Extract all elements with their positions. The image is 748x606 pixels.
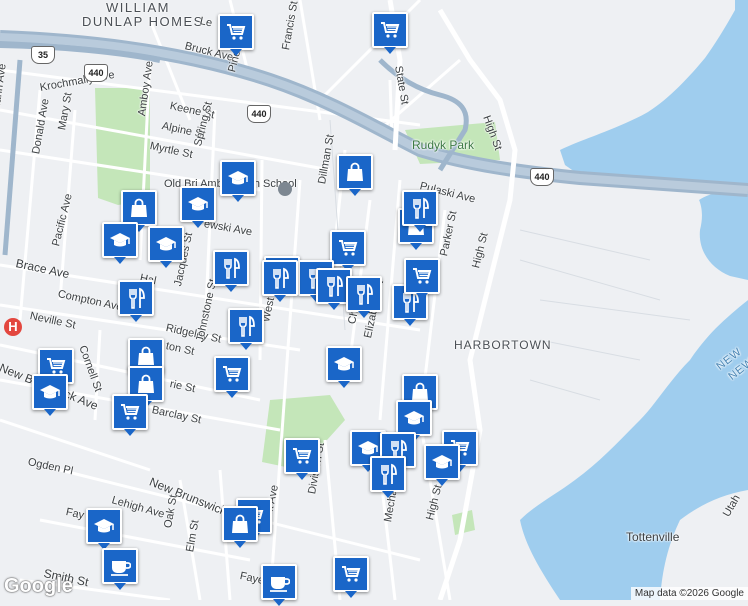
school-icon <box>404 411 424 425</box>
restaurant-marker[interactable] <box>118 280 154 322</box>
shopping-cart-icon <box>121 404 140 420</box>
school-marker[interactable] <box>102 222 138 264</box>
restaurant-marker[interactable] <box>402 190 438 232</box>
restaurant-marker[interactable] <box>370 456 406 498</box>
restaurant-icon <box>273 267 289 289</box>
school-icon <box>432 455 452 469</box>
shopping-bag-icon <box>138 374 154 393</box>
park-west <box>95 88 150 205</box>
shopping-cart-icon <box>293 448 312 464</box>
shopping-cart-marker[interactable] <box>404 258 440 300</box>
school-icon <box>334 357 354 371</box>
shopping-bag-marker[interactable] <box>222 506 258 548</box>
school-marker[interactable] <box>220 160 256 202</box>
shopping-bag-icon <box>232 514 248 533</box>
school-marker[interactable] <box>326 346 362 388</box>
restaurant-marker[interactable] <box>213 250 249 292</box>
school-landmark-icon[interactable] <box>278 182 292 196</box>
restaurant-icon <box>224 257 240 279</box>
restaurant-icon <box>413 197 429 219</box>
shopping-cart-marker[interactable] <box>112 394 148 436</box>
shopping-cart-marker[interactable] <box>218 14 254 56</box>
school-icon <box>110 233 130 247</box>
cafe-marker[interactable] <box>102 548 138 590</box>
cafe-icon <box>111 561 131 576</box>
restaurant-marker[interactable] <box>228 308 264 350</box>
shopping-bag-icon <box>347 162 363 181</box>
school-marker[interactable] <box>86 508 122 550</box>
shopping-cart-marker[interactable] <box>284 438 320 480</box>
school-marker[interactable] <box>32 374 68 416</box>
shopping-cart-icon <box>339 240 358 256</box>
restaurant-icon <box>327 275 343 297</box>
restaurant-icon <box>381 463 397 485</box>
shopping-cart-icon <box>342 566 361 582</box>
shopping-cart-marker[interactable] <box>214 356 250 398</box>
hospital-icon[interactable]: H <box>4 318 22 336</box>
route-shield: 440 <box>84 64 108 82</box>
restaurant-icon <box>357 283 373 305</box>
google-logo: Google <box>4 575 73 597</box>
cafe-marker[interactable] <box>261 564 297 606</box>
restaurant-marker[interactable] <box>346 276 382 318</box>
shopping-bag-marker[interactable] <box>337 154 373 196</box>
school-icon <box>156 237 176 251</box>
school-marker[interactable] <box>424 444 460 486</box>
restaurant-icon <box>129 287 145 309</box>
route-shield: 440 <box>247 105 271 123</box>
school-icon <box>228 171 248 185</box>
school-marker[interactable] <box>180 186 216 228</box>
school-icon <box>94 519 114 533</box>
route-shield: 440 <box>530 168 554 186</box>
shopping-bag-icon <box>138 346 154 365</box>
shopping-cart-marker[interactable] <box>333 556 369 598</box>
school-icon <box>188 197 208 211</box>
shopping-cart-icon <box>413 268 432 284</box>
restaurant-icon <box>239 315 255 337</box>
restaurant-marker[interactable] <box>262 260 298 302</box>
shopping-cart-marker[interactable] <box>372 12 408 54</box>
route-shield: 35 <box>31 46 55 64</box>
shopping-cart-marker[interactable] <box>330 230 366 272</box>
cafe-icon <box>270 577 290 592</box>
school-icon <box>40 385 60 399</box>
shopping-bag-marker[interactable] <box>121 190 157 232</box>
shopping-cart-icon <box>227 24 246 40</box>
map-attribution[interactable]: Map data ©2026 Google <box>630 587 748 600</box>
school-marker[interactable] <box>396 400 432 442</box>
shopping-bag-icon <box>131 198 147 217</box>
shopping-cart-icon <box>381 22 400 38</box>
shopping-cart-icon <box>223 366 242 382</box>
school-marker[interactable] <box>148 226 184 268</box>
